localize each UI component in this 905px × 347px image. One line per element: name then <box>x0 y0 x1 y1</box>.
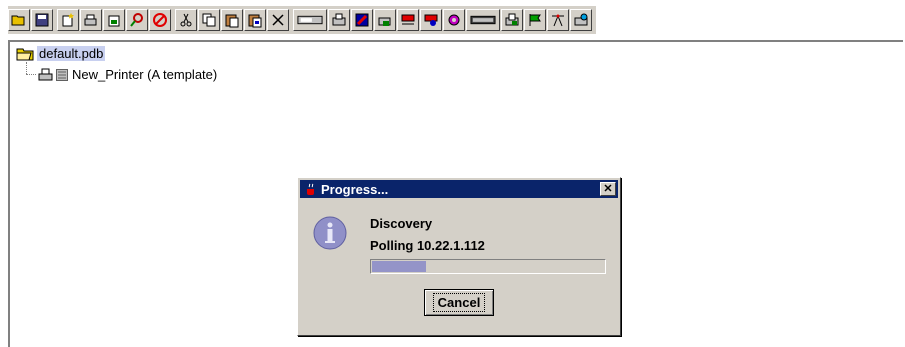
open-folder-icon <box>16 48 34 60</box>
new-queue-icon[interactable] <box>103 9 125 31</box>
tree-connector <box>26 74 36 75</box>
device-icon[interactable] <box>293 9 327 31</box>
tree-root-label: default.pdb <box>37 46 106 61</box>
antenna-icon[interactable] <box>547 9 569 31</box>
dialog-title-bar[interactable]: Progress... ✕ <box>300 180 618 198</box>
progress-dialog: Progress... ✕ Discovery Polling 10.22.1.… <box>297 177 621 336</box>
printer-list-icon[interactable] <box>501 9 523 31</box>
new-printer-icon[interactable] <box>80 9 102 31</box>
open-folder-icon[interactable] <box>8 9 30 31</box>
printer-config-icon[interactable] <box>328 9 350 31</box>
copy-icon[interactable] <box>198 9 220 31</box>
toolbar <box>8 6 596 34</box>
list-icon <box>56 68 68 81</box>
progress-bar-fill <box>372 261 426 272</box>
progress-status-text: Polling 10.22.1.112 <box>370 238 485 253</box>
paste-icon[interactable] <box>221 9 243 31</box>
dialog-title: Progress... <box>321 181 389 197</box>
new-document-icon[interactable] <box>57 9 79 31</box>
save-icon[interactable] <box>31 9 53 31</box>
settings-icon[interactable] <box>443 9 465 31</box>
progress-task-title: Discovery <box>370 216 433 231</box>
info-icon <box>313 216 347 250</box>
printer-color-icon[interactable] <box>351 9 373 31</box>
tree-child-node[interactable]: New_Printer (A template) <box>38 67 217 82</box>
flag-icon[interactable] <box>524 9 546 31</box>
tree-child-label: New_Printer (A template) <box>72 67 218 82</box>
cut-icon[interactable] <box>175 9 197 31</box>
application-window: default.pdb New_Printer (A template) Pro… <box>0 0 905 347</box>
java-cup-icon <box>307 183 314 195</box>
printer-add-icon[interactable] <box>374 9 396 31</box>
cancel-button-label: Cancel <box>432 293 486 312</box>
tree-root-node[interactable]: default.pdb <box>16 46 106 61</box>
network-search-icon[interactable] <box>420 9 442 31</box>
stop-icon[interactable] <box>149 9 171 31</box>
panel-icon[interactable] <box>466 9 500 31</box>
find-icon[interactable] <box>126 9 148 31</box>
printer-web-icon[interactable] <box>570 9 592 31</box>
delete-icon[interactable] <box>267 9 289 31</box>
paste-special-icon[interactable] <box>244 9 266 31</box>
tree-connector <box>26 62 27 74</box>
close-button[interactable]: ✕ <box>600 182 616 196</box>
network-red-icon[interactable] <box>397 9 419 31</box>
cancel-button[interactable]: Cancel <box>424 289 494 316</box>
progress-bar <box>370 259 606 274</box>
printer-icon <box>38 68 53 80</box>
